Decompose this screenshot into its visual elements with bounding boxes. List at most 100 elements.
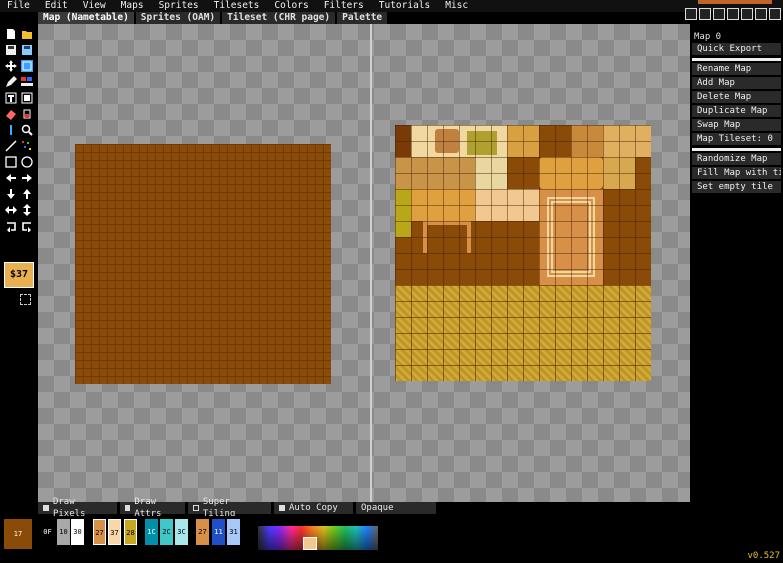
map-panel: Map 0 Quick Export Rename Map Add Map De…	[690, 24, 783, 502]
grid-view-icon[interactable]	[685, 8, 697, 20]
menu-colors[interactable]: Colors	[267, 0, 316, 12]
menu-file[interactable]: File	[0, 0, 38, 12]
map-workspace[interactable]	[38, 24, 690, 502]
menu-sprites[interactable]: Sprites	[152, 0, 207, 12]
palette-swatch[interactable]: 37	[108, 519, 121, 545]
menu-filters[interactable]: Filters	[317, 0, 372, 12]
menu-maps[interactable]: Maps	[114, 0, 152, 12]
swap-map-button[interactable]: Swap Map	[692, 119, 781, 131]
menu-view[interactable]: View	[76, 0, 114, 12]
randomize-map-button[interactable]: Randomize Map	[692, 153, 781, 165]
save-as-icon[interactable]	[21, 44, 33, 56]
arrow-down-icon[interactable]	[5, 188, 17, 200]
toggle-icon[interactable]	[741, 8, 753, 20]
fill-map-button[interactable]: Fill Map with tile	[692, 167, 781, 179]
zoom-icon[interactable]	[21, 124, 33, 136]
palette-swatch[interactable]: 30	[71, 519, 84, 545]
maximize-icon[interactable]	[769, 8, 781, 20]
opaque-toggle[interactable]: Opaque	[356, 502, 436, 514]
add-map-button[interactable]: Add Map	[692, 77, 781, 89]
checkbox-icon	[43, 505, 49, 511]
map-tileset-button[interactable]: Map Tileset: 0	[692, 133, 781, 145]
split-divider[interactable]	[370, 24, 372, 502]
menu-tilesets[interactable]: Tilesets	[207, 0, 268, 12]
palette-swatch[interactable]: 2C	[160, 519, 173, 545]
menu-bar: File Edit View Maps Sprites Tilesets Col…	[0, 0, 783, 12]
checkbox-icon[interactable]	[727, 8, 739, 20]
palette-swatch[interactable]: 0F	[41, 519, 54, 545]
chr-tileset-canvas[interactable]	[395, 125, 651, 381]
spray-icon[interactable]	[21, 140, 33, 152]
palette-swatch[interactable]: 3C	[175, 519, 188, 545]
arrow-right-icon[interactable]	[21, 172, 33, 184]
set-empty-tile-button[interactable]: Set empty tile	[692, 181, 781, 193]
duplicate-map-button[interactable]: Duplicate Map	[692, 105, 781, 117]
rename-map-button[interactable]: Rename Map	[692, 63, 781, 75]
chr-grid-overlay	[395, 125, 651, 381]
list-icon[interactable]	[755, 8, 767, 20]
palette-swatch[interactable]: 11	[212, 519, 225, 545]
auto-copy-toggle[interactable]: Auto Copy	[274, 502, 353, 514]
palette-swatch[interactable]: 10	[57, 519, 70, 545]
checkbox-icon	[193, 505, 199, 511]
open-folder-icon[interactable]	[21, 28, 33, 40]
arrow-up-icon[interactable]	[21, 188, 33, 200]
super-tiling-toggle[interactable]: Super Tiling	[188, 497, 271, 519]
swap-colors-icon[interactable]	[21, 76, 33, 88]
draw-attrs-toggle[interactable]: Draw Attrs	[120, 497, 185, 519]
mode-label: Auto Copy	[289, 503, 338, 513]
status-bar: v0.527	[0, 550, 783, 563]
rotate-left-icon[interactable]	[5, 220, 17, 232]
palette-swatch[interactable]: 31	[227, 519, 240, 545]
progress-strip	[698, 0, 772, 4]
tab-palette[interactable]: Palette	[337, 12, 388, 24]
map-label: Map 0	[694, 32, 722, 42]
menu-edit[interactable]: Edit	[38, 0, 76, 12]
marquee-select-icon[interactable]	[20, 294, 31, 305]
arrow-left-icon[interactable]	[5, 172, 17, 184]
fill-bucket-icon[interactable]	[21, 108, 33, 120]
line-cursor-icon[interactable]	[5, 124, 17, 136]
money-counter: $37	[4, 262, 34, 288]
menu-misc[interactable]: Misc	[438, 0, 476, 12]
tab-map-nametable[interactable]: Map (Nametable)	[38, 12, 134, 24]
mode-bar: Draw Pixels Draw Attrs Super Tiling Auto…	[38, 497, 439, 519]
palette-swatch[interactable]: 27	[196, 519, 209, 545]
rotate-right-icon[interactable]	[21, 220, 33, 232]
rectangle-icon[interactable]	[5, 156, 17, 168]
text-icon[interactable]	[5, 92, 17, 104]
flip-horizontal-icon[interactable]	[5, 204, 17, 216]
divider	[692, 148, 781, 151]
quick-export-button[interactable]: Quick Export	[692, 43, 781, 55]
tab-sprites-oam[interactable]: Sprites (OAM)	[135, 12, 221, 24]
main-tabs: Map (Nametable) Sprites (OAM) Tileset (C…	[38, 12, 389, 24]
version-label: v0.527	[747, 551, 780, 561]
nametable-canvas[interactable]	[75, 144, 331, 384]
menu-tutorials[interactable]: Tutorials	[372, 0, 438, 12]
person-icon[interactable]	[713, 8, 725, 20]
tool-palette: $37	[0, 24, 38, 548]
circle-icon[interactable]	[21, 156, 33, 168]
divider	[692, 58, 781, 61]
mode-label: Opaque	[361, 503, 394, 513]
spectrum-selection-marker[interactable]	[303, 537, 317, 550]
palette-swatch[interactable]: 28	[124, 519, 137, 545]
line-icon[interactable]	[5, 140, 17, 152]
move-icon[interactable]	[5, 60, 17, 72]
stamp-icon[interactable]	[21, 92, 33, 104]
layout-view-icon[interactable]	[699, 8, 711, 20]
draw-pixels-toggle[interactable]: Draw Pixels	[38, 497, 117, 519]
flip-vertical-icon[interactable]	[21, 204, 33, 216]
color-spectrum-picker[interactable]	[258, 526, 378, 550]
palette-swatch[interactable]: 27	[93, 519, 106, 545]
delete-map-button[interactable]: Delete Map	[692, 91, 781, 103]
tab-tileset-chr[interactable]: Tileset (CHR page)	[222, 12, 336, 24]
pencil-icon[interactable]	[5, 76, 17, 88]
view-icons	[685, 8, 781, 20]
eraser-icon[interactable]	[5, 108, 17, 120]
new-file-icon[interactable]	[5, 28, 17, 40]
current-color-swatch[interactable]: 17	[4, 519, 32, 549]
save-icon[interactable]	[5, 44, 17, 56]
grid-select-icon[interactable]	[21, 60, 33, 72]
palette-swatch[interactable]: 1C	[145, 519, 158, 545]
